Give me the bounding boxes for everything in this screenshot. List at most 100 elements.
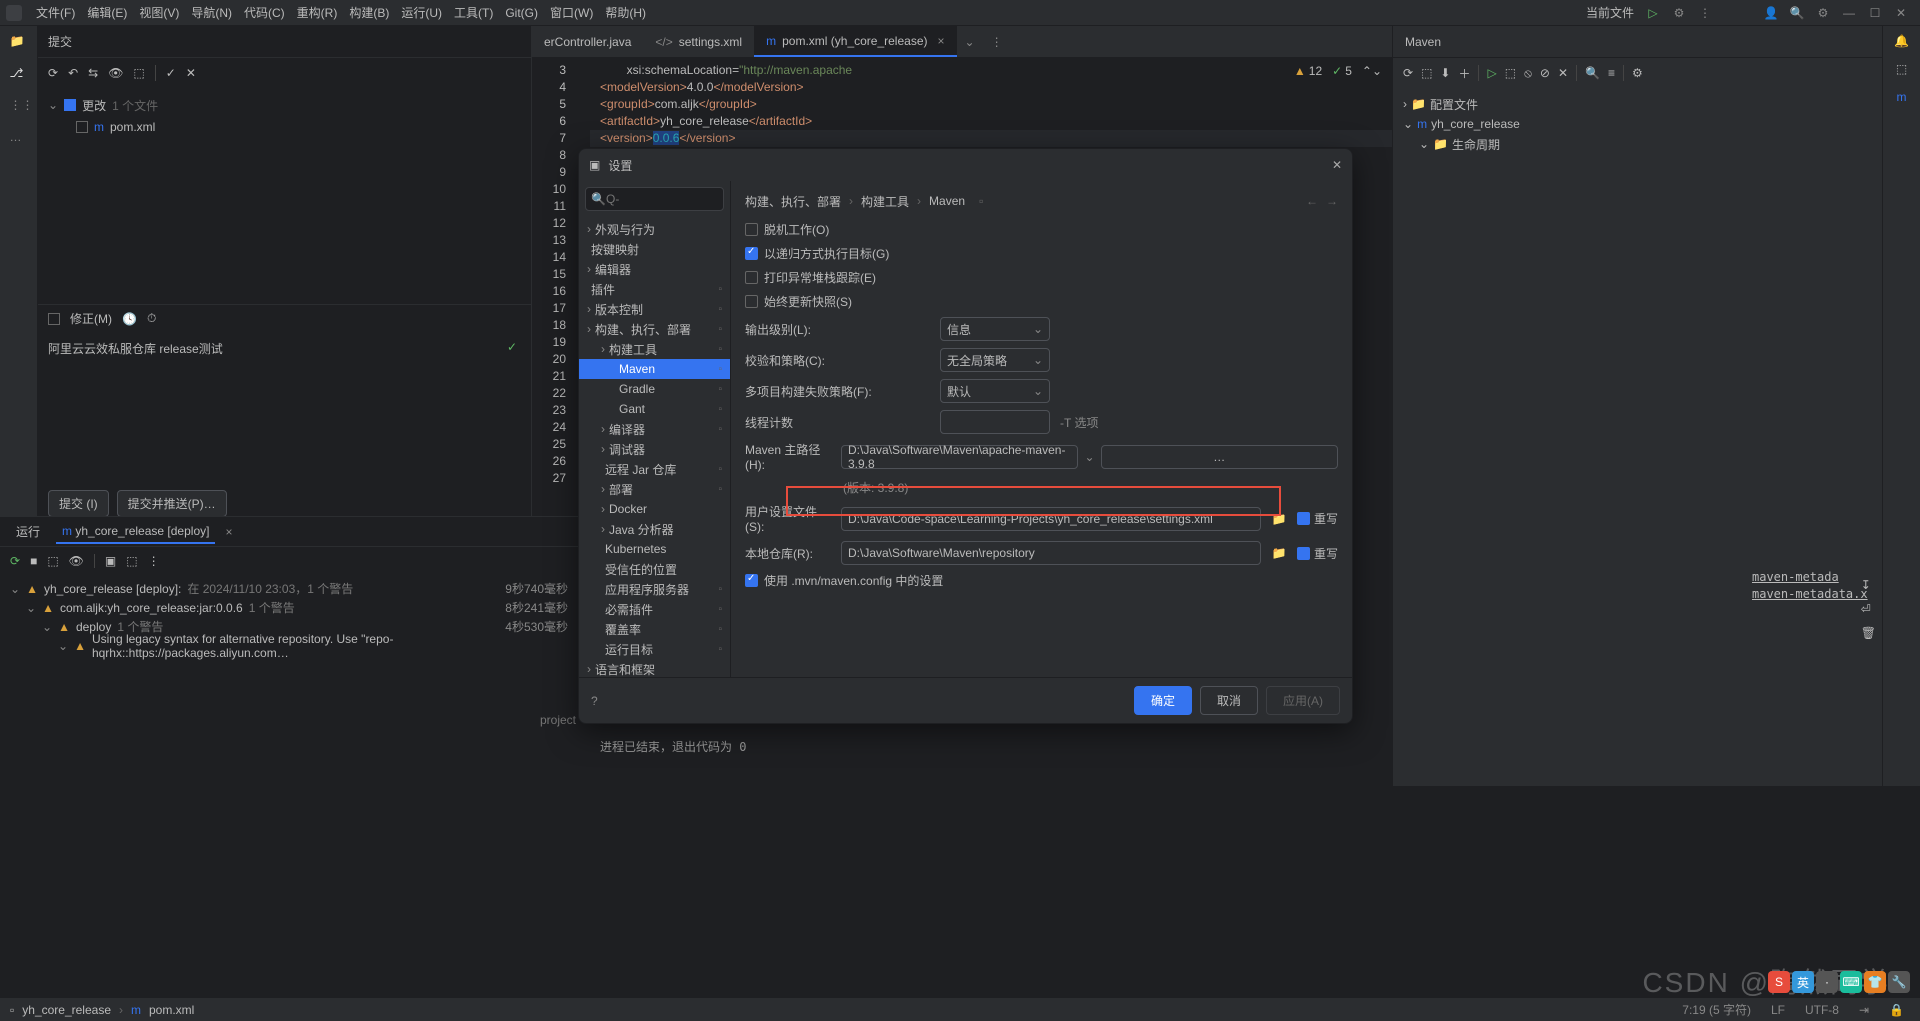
ime-skin-icon[interactable]: 👕	[1864, 971, 1886, 993]
recursive-checkbox[interactable]	[745, 247, 758, 260]
group-icon[interactable]: ⬚	[133, 66, 144, 80]
dialog-close-icon[interactable]: ✕	[1332, 158, 1342, 172]
notifications-icon[interactable]: 🔔	[1894, 34, 1909, 48]
menu-file[interactable]: 文件(F)	[30, 2, 81, 23]
ime-lang-icon[interactable]: 英	[1792, 971, 1814, 993]
run-more-icon[interactable]: ⋮	[148, 554, 160, 568]
run-tree-row[interactable]: ⌄▲ com.aljk:yh_core_release:jar:0.0.6 1 …	[10, 598, 568, 617]
menu-git[interactable]: Git(G)	[499, 4, 544, 22]
settings-node[interactable]: 覆盖率▫	[579, 619, 730, 639]
minimize-icon[interactable]: —	[1840, 4, 1858, 22]
more-actions-icon[interactable]: ⋮	[1696, 4, 1714, 22]
diff-icon[interactable]: ⇆	[88, 66, 98, 80]
maven-lifecycle-node[interactable]: ⌄📁生命周期	[1403, 134, 1872, 154]
maven-project-node[interactable]: ⌄myh_core_release	[1403, 114, 1872, 134]
mvnconfig-checkbox[interactable]	[745, 574, 758, 587]
settings-search[interactable]: 🔍	[585, 187, 724, 211]
settings-node[interactable]: 运行目标▫	[579, 639, 730, 659]
tab-pom-xml[interactable]: mpom.xml (yh_core_release)×	[754, 26, 956, 57]
menu-navigate[interactable]: 导航(N)	[185, 2, 238, 23]
structure-tool-icon[interactable]: ⋮⋮	[10, 98, 28, 116]
maven-settings-icon[interactable]: ⚙	[1632, 66, 1643, 80]
crumb-back-icon[interactable]: ←	[1306, 194, 1318, 208]
run-maven-icon[interactable]: ▷	[1487, 66, 1496, 80]
settings-node[interactable]: › 部署▫	[579, 479, 730, 499]
scroll-console-icon[interactable]: ↧	[1861, 578, 1876, 592]
status-module[interactable]: yh_core_release	[22, 1003, 111, 1017]
status-file[interactable]: pom.xml	[149, 1003, 194, 1017]
threads-input[interactable]	[940, 410, 1050, 434]
settings-node[interactable]: › 调试器	[579, 439, 730, 459]
tab-menu-icon[interactable]: ⋮	[983, 26, 1011, 57]
commit-tool-icon[interactable]: ⎇	[10, 66, 28, 84]
refresh-icon[interactable]: ⟳	[48, 66, 58, 80]
file-checkbox[interactable]	[76, 121, 88, 133]
lock-icon[interactable]: 🔒	[1883, 1003, 1910, 1017]
wrap-console-icon[interactable]: ⏎	[1861, 602, 1876, 616]
settings-node[interactable]: 按键映射	[579, 239, 730, 259]
local-repo-override-checkbox[interactable]	[1297, 547, 1310, 560]
apply-button[interactable]: 应用(A)	[1266, 686, 1340, 715]
settings-node[interactable]: › 编译器▫	[579, 419, 730, 439]
run-filter-icon[interactable]: ⬚	[47, 554, 58, 568]
account-icon[interactable]: 👤	[1762, 4, 1780, 22]
settings-node[interactable]: 必需插件▫	[579, 599, 730, 619]
settings-node[interactable]: › 版本控制▫	[579, 299, 730, 319]
close-commit-icon[interactable]: ✕	[186, 66, 196, 80]
maven-home-dropdown-icon[interactable]: ⌄	[1084, 450, 1094, 464]
commit-button[interactable]: 提交 (I)	[48, 490, 109, 517]
stop-run-icon[interactable]: ■	[30, 554, 37, 568]
settings-node[interactable]: 远程 Jar 仓库▫	[579, 459, 730, 479]
settings-node[interactable]: › 构建、执行、部署▫	[579, 319, 730, 339]
inspection-icon[interactable]: ⌃⌄	[1362, 64, 1382, 78]
tab-overflow[interactable]: ⌄	[957, 26, 983, 57]
run-tab-deploy[interactable]: m yh_core_release [deploy]	[56, 520, 215, 544]
stacktrace-checkbox[interactable]	[745, 271, 758, 284]
ide-settings-icon[interactable]: ⚙	[1814, 4, 1832, 22]
snapshot-checkbox[interactable]	[745, 295, 758, 308]
changes-root[interactable]: ⌄ 更改 1 个文件	[48, 94, 521, 116]
run-view-icon[interactable]: 👁	[69, 554, 84, 568]
cancel-button[interactable]: 取消	[1200, 686, 1258, 715]
maven-profiles-node[interactable]: ›📁配置文件	[1403, 94, 1872, 114]
rollback-icon[interactable]: ↶	[68, 66, 78, 80]
user-settings-input[interactable]: D:\Java\Code-space\Learning-Projects\yh_…	[841, 507, 1261, 531]
ok-button[interactable]: 确定	[1134, 686, 1192, 715]
run-tree-row[interactable]: ⌄▲ yh_core_release [deploy]: 在 2024/11/1…	[10, 579, 568, 598]
download-icon[interactable]: ⬇	[1440, 66, 1450, 80]
menu-run[interactable]: 运行(U)	[395, 2, 448, 23]
settings-node[interactable]: 应用程序服务器▫	[579, 579, 730, 599]
run-tab-label[interactable]: 运行	[10, 519, 46, 544]
tab-settings-xml[interactable]: </>settings.xml	[643, 26, 754, 57]
commit-clock-icon[interactable]: ⏱	[147, 311, 156, 326]
offline-checkbox[interactable]	[745, 223, 758, 236]
clear-console-icon[interactable]: 🗑	[1861, 626, 1876, 640]
settings-node[interactable]: Maven▫	[579, 359, 730, 379]
commit-history-icon[interactable]: 🕓	[122, 312, 137, 326]
maven-home-input[interactable]: D:\Java\Software\Maven\apache-maven-3.9.…	[841, 445, 1078, 469]
expand-all-icon[interactable]: ▣	[105, 554, 116, 568]
local-repo-browse-icon[interactable]: 📁	[1267, 541, 1291, 565]
menu-refactor[interactable]: 重构(R)	[291, 2, 344, 23]
warn-badge[interactable]: ▲12	[1294, 64, 1322, 78]
menu-edit[interactable]: 编辑(E)	[81, 2, 133, 23]
settings-node[interactable]: 插件▫	[579, 279, 730, 299]
user-settings-override-checkbox[interactable]	[1297, 512, 1310, 525]
settings-node[interactable]: › 构建工具▫	[579, 339, 730, 359]
toggle-offline-icon[interactable]: ⦸	[1524, 66, 1532, 81]
execute-icon[interactable]: ⬚	[1505, 66, 1516, 80]
menu-tools[interactable]: 工具(T)	[448, 2, 499, 23]
settings-node[interactable]: › Java 分析器	[579, 519, 730, 539]
reload-icon[interactable]: ⟳	[1403, 66, 1413, 80]
status-module-icon[interactable]: ▫	[10, 1003, 14, 1017]
rerun-icon[interactable]: ⟳	[10, 554, 20, 568]
line-sep[interactable]: LF	[1765, 1003, 1791, 1017]
maven-home-browse[interactable]: …	[1101, 445, 1338, 469]
menu-help[interactable]: 帮助(H)	[599, 2, 652, 23]
commit-push-button[interactable]: 提交并推送(P)…	[117, 490, 227, 517]
settings-node[interactable]: Gradle▫	[579, 379, 730, 399]
changes-checkbox[interactable]	[64, 99, 76, 111]
maximize-icon[interactable]: ☐	[1866, 4, 1884, 22]
settings-node[interactable]: › 语言和框架	[579, 659, 730, 677]
ok-badge[interactable]: ✓5	[1332, 64, 1352, 78]
